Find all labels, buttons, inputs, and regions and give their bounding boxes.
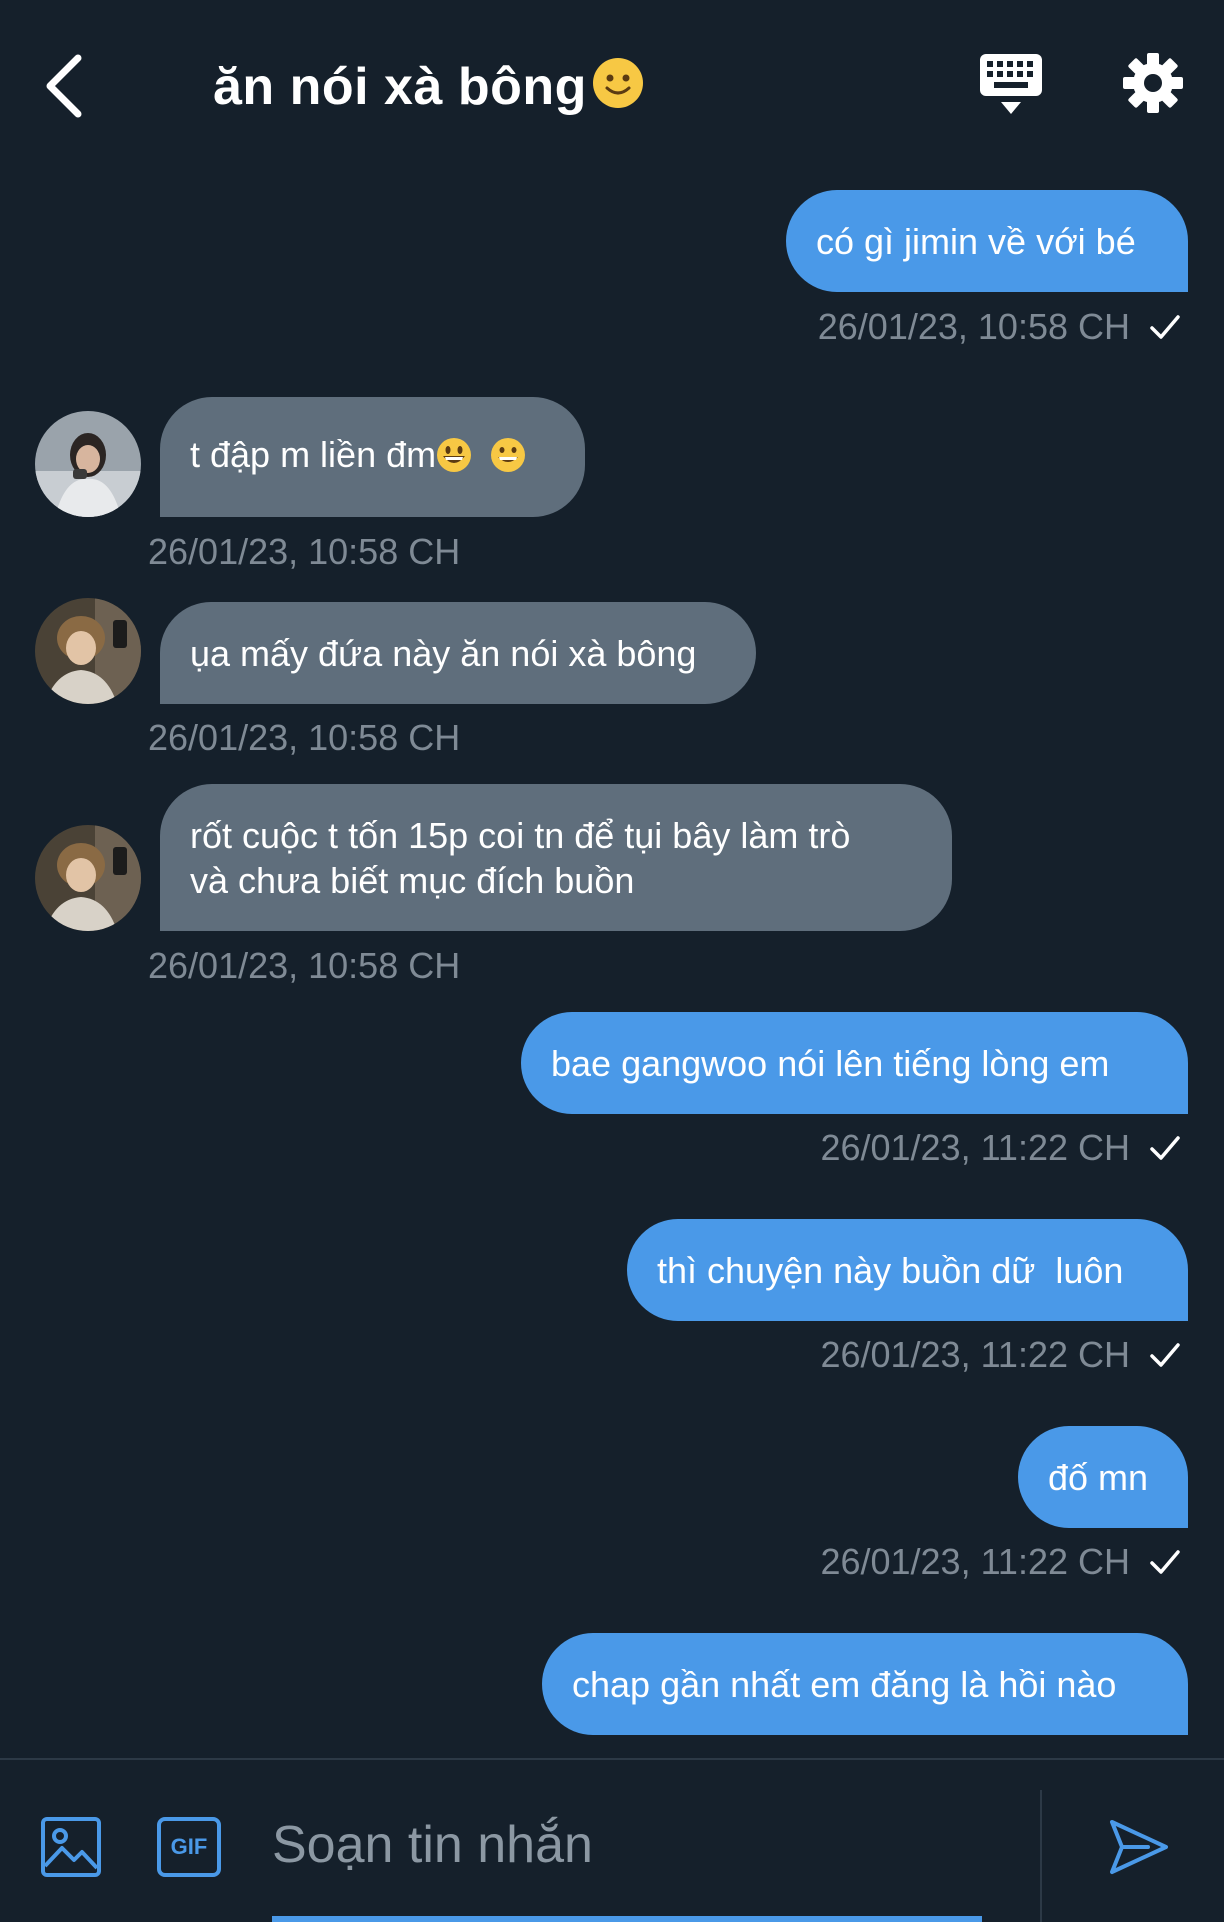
message-timestamp: 26/01/23, 10:58 CH [148, 717, 461, 758]
conversation-title-text: ăn nói xà bông [213, 58, 587, 116]
message-bubble-received[interactable]: rốt cuộc t tốn 15p coi tn để tụi bây làm… [160, 784, 952, 931]
message-bubble-received[interactable]: t đập m liền đm [160, 397, 585, 517]
message-text-wrap: t đập m liền đm [190, 432, 526, 483]
message-timestamp: 26/01/23, 11:22 CH [820, 1541, 1130, 1582]
message-timestamp: 26/01/23, 10:58 CH [817, 306, 1130, 347]
message-text: có gì jimin về với bé [816, 220, 1136, 262]
message-timestamp: 26/01/23, 11:22 CH [820, 1127, 1130, 1168]
message-input[interactable] [272, 1800, 980, 1890]
avatar[interactable] [35, 411, 141, 517]
message-meta: 26/01/23, 11:22 CH [820, 1540, 1182, 1584]
add-image-button[interactable] [40, 1816, 102, 1878]
message-bubble-sent[interactable]: có gì jimin về với bé [786, 190, 1188, 292]
settings-button[interactable] [1122, 52, 1184, 114]
message-bubble-received[interactable]: ụa mấy đứa này ăn nói xà bông [160, 602, 756, 704]
grinning-face-emoji [436, 437, 472, 483]
keyboard-button[interactable] [978, 52, 1044, 118]
message-text-line: rốt cuộc t tốn 15p coi tn để tụi bây làm… [190, 814, 851, 856]
message-text: chap gần nhất em đăng là hồi nào [572, 1663, 1117, 1705]
send-icon [1110, 1820, 1168, 1874]
slight-smile-emoji [591, 56, 645, 128]
check-icon [1150, 1343, 1180, 1367]
message-text: t đập m liền đm [190, 433, 437, 475]
message-timestamp: 26/01/23, 11:22 CH [820, 1334, 1130, 1375]
message-text: bae gangwoo nói lên tiếng lòng em [551, 1042, 1110, 1084]
message-text-block: rốt cuộc t tốn 15p coi tn để tụi bây làm… [190, 813, 850, 903]
message-composer: GIF [0, 1758, 1224, 1922]
composer-divider [1040, 1790, 1042, 1922]
message-bubble-sent[interactable]: thì chuyện này buồn dữ luôn [627, 1219, 1188, 1321]
message-timestamp: 26/01/23, 10:58 CH [148, 945, 461, 986]
add-gif-button[interactable]: GIF [156, 1816, 222, 1878]
grinning-face-emoji [490, 437, 526, 483]
avatar[interactable] [35, 598, 141, 704]
check-icon [1150, 1136, 1180, 1160]
message-timestamp: 26/01/23, 10:58 CH [148, 531, 461, 572]
gif-label: GIF [170, 1834, 208, 1859]
message-bubble-sent[interactable]: đố mn [1018, 1426, 1188, 1528]
message-text-line: và chưa biết mục đích buồn [190, 859, 635, 901]
message-meta: 26/01/23, 11:22 CH [820, 1126, 1182, 1170]
message-text: ụa mấy đứa này ăn nói xà bông [190, 632, 697, 674]
message-bubble-sent[interactable]: chap gần nhất em đăng là hồi nào [542, 1633, 1188, 1735]
message-text: đố mn [1048, 1456, 1149, 1498]
chat-header: ăn nói xà bông [0, 0, 1224, 170]
avatar[interactable] [35, 825, 141, 931]
check-icon [1150, 315, 1180, 339]
image-icon [41, 1817, 101, 1877]
message-meta: 26/01/23, 11:22 CH [820, 1333, 1182, 1377]
message-text: thì chuyện này buồn dữ luôn [657, 1249, 1124, 1291]
message-bubble-sent[interactable]: bae gangwoo nói lên tiếng lòng em [521, 1012, 1188, 1114]
chevron-left-icon [46, 54, 82, 118]
send-button[interactable] [1108, 1816, 1170, 1878]
keyboard-icon [980, 54, 1042, 114]
conversation-title: ăn nói xà bông [213, 52, 645, 128]
message-meta: 26/01/23, 10:58 CH [818, 305, 1182, 349]
input-underline [272, 1916, 982, 1922]
back-button[interactable] [38, 48, 94, 124]
gear-icon [1123, 53, 1183, 113]
check-icon [1150, 1550, 1180, 1574]
